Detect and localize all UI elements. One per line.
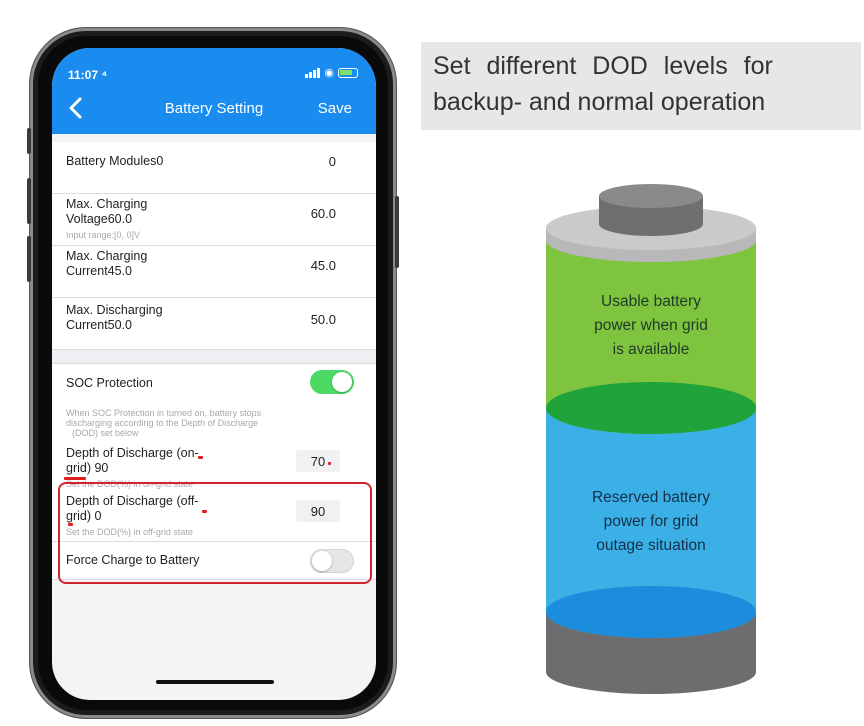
terminal-cap-bottom xyxy=(599,212,703,236)
reserved-bottom-ellipse xyxy=(546,586,756,638)
usable-label-line: is available xyxy=(612,341,690,358)
reserved-label-line: power for grid xyxy=(603,513,699,530)
terminal-cap-top xyxy=(599,184,703,208)
reserved-label: Reserved battery power for grid outage s… xyxy=(551,486,751,558)
reserved-label-line: outage situation xyxy=(596,537,706,554)
usable-label-line: Usable battery xyxy=(601,293,701,310)
battery-illustration xyxy=(546,184,756,694)
usable-label: Usable battery power when grid is availa… xyxy=(551,290,751,362)
usable-bottom-ellipse xyxy=(546,382,756,434)
usable-label-line: power when grid xyxy=(594,317,708,334)
reserved-label-line: Reserved battery xyxy=(591,489,711,506)
